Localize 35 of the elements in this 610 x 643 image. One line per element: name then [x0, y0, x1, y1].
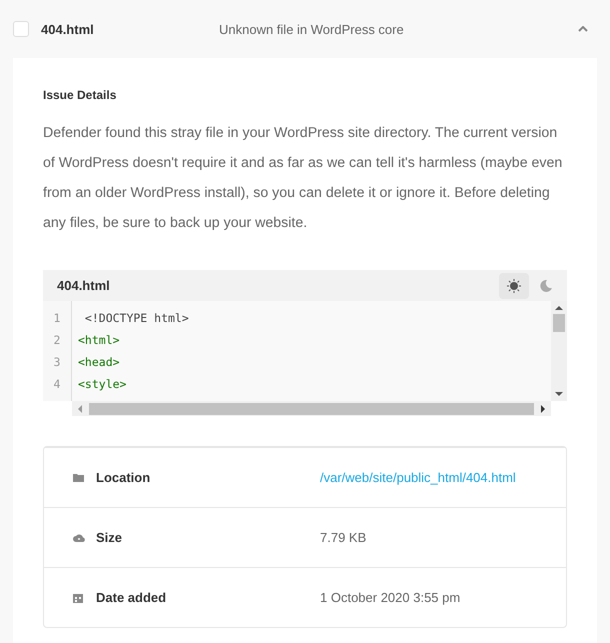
section-heading: Issue Details [43, 88, 118, 102]
horizontal-scrollbar[interactable] [72, 401, 551, 416]
line-number: 2 [52, 332, 62, 349]
detail-value: 7.79 KB [320, 530, 366, 545]
vertical-scrollbar[interactable] [551, 301, 567, 401]
scrollbar-thumb[interactable] [89, 402, 534, 414]
line-number: 4 [52, 376, 62, 393]
issue-description: Unknown file in WordPress core [219, 22, 405, 36]
scroll-left-icon[interactable] [77, 404, 83, 412]
issue-explanation: Defender found this stray file in your WordPress site directory. The current version of WordPress doesn't require it and as far as we can tell it's harmless (maybe even from an older WordPress install), so you can delete it or ignore it. Before deleting any files, be sure to back up your website. [43, 124, 564, 233]
file-name: 404.html [41, 22, 95, 36]
calendar-icon [73, 592, 83, 602]
code-line: <head> [77, 354, 121, 371]
file-path-link[interactable]: /var/web/site/public_html/404.html [320, 470, 516, 485]
detail-label: Size [96, 530, 124, 545]
code-line: <!DOCTYPE html> [84, 310, 190, 327]
moon-icon [540, 280, 552, 292]
light-theme-button[interactable] [499, 272, 529, 298]
scrollbar-thumb[interactable] [553, 314, 565, 332]
line-number: 1 [52, 310, 62, 327]
cloud-icon [73, 534, 85, 542]
code-line: <style> [77, 376, 128, 393]
chevron-up-icon[interactable] [578, 26, 588, 32]
detail-label: Location [96, 470, 152, 485]
detail-value: 1 October 2020 3:55 pm [320, 590, 460, 605]
sun-icon [507, 278, 521, 292]
scroll-right-icon[interactable] [540, 404, 546, 412]
checkbox[interactable] [13, 21, 29, 37]
line-number: 3 [52, 354, 62, 371]
scroll-down-icon[interactable] [555, 391, 563, 397]
detail-label: Date added [96, 590, 168, 605]
folder-icon [73, 473, 84, 482]
code-line: <html> [77, 332, 121, 349]
code-file-name: 404.html [57, 278, 111, 293]
scroll-up-icon[interactable] [555, 305, 563, 311]
